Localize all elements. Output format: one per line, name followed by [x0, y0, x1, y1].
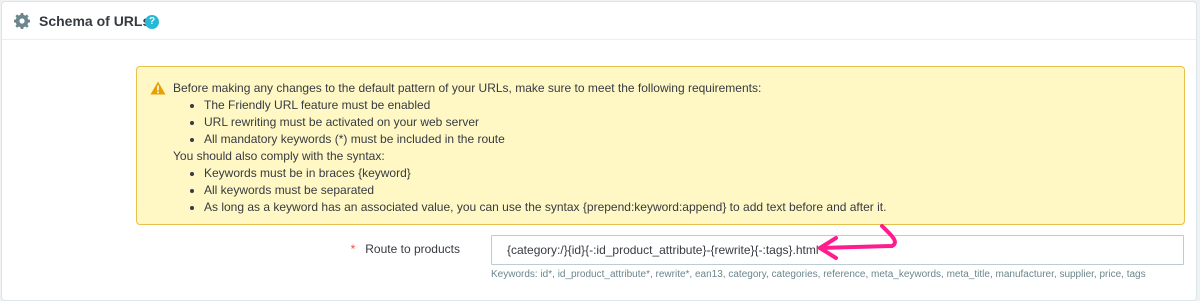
requirement-item: URL rewriting must be activated on your … — [204, 114, 886, 131]
requirement-item: All mandatory keywords (*) must be inclu… — [204, 131, 886, 148]
keywords-help-text: Keywords: id*, id_product_attribute*, re… — [491, 269, 1146, 280]
warning-icon — [150, 81, 166, 95]
syntax-item: Keywords must be in braces {keyword} — [204, 165, 886, 182]
route-label-text: Route to products — [365, 242, 460, 256]
requirements-intro: Before making any changes to the default… — [173, 81, 762, 95]
help-icon[interactable]: ? — [145, 15, 159, 29]
syntax-item: All keywords must be separated — [204, 182, 886, 199]
requirement-item: The Friendly URL feature must be enabled — [204, 97, 886, 114]
requirements-list: The Friendly URL feature must be enabled… — [173, 97, 886, 148]
syntax-list: Keywords must be in braces {keyword} All… — [173, 165, 886, 216]
syntax-intro: You should also comply with the syntax: — [173, 149, 385, 163]
warning-alert: Before making any changes to the default… — [136, 66, 1185, 225]
panel-header: Schema of URLs ? — [2, 2, 1196, 40]
pink-arrow-icon — [818, 224, 897, 260]
required-asterisk: * — [350, 242, 356, 256]
syntax-item: As long as a keyword has an associated v… — [204, 199, 886, 216]
panel-title: Schema of URLs — [39, 13, 151, 29]
route-to-products-label: * Route to products — [351, 242, 460, 256]
gear-icon — [14, 13, 30, 29]
alert-text: Before making any changes to the default… — [173, 80, 886, 216]
